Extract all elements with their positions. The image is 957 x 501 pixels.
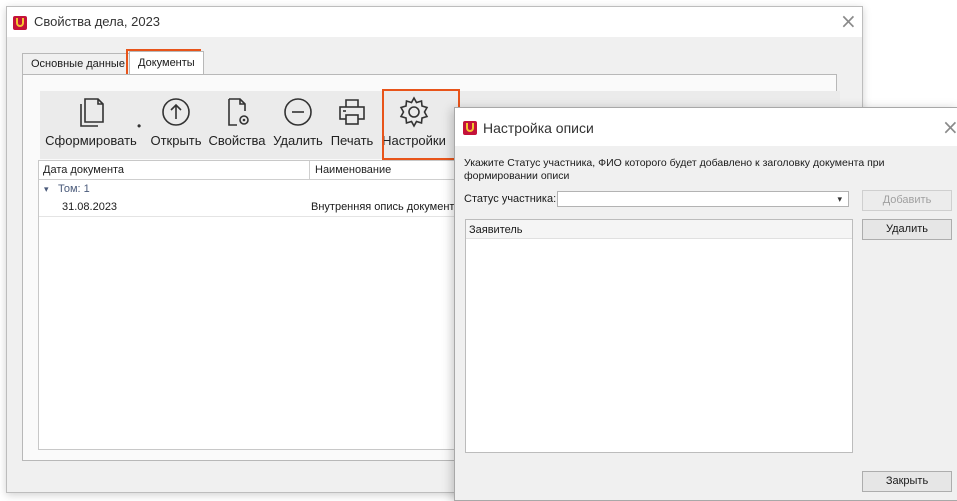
expand-chevron-icon[interactable]: ▾ [44,180,49,198]
main-titlebar: Свойства дела, 2023 × [7,7,862,37]
delete-label: Удалить [273,133,323,148]
delete-button[interactable]: Удалить [270,95,326,148]
settings-dialog: Настройка описи × Укажите Статус участни… [454,107,957,501]
tab-documents-label: Документы [138,57,195,69]
participants-list: Заявитель [465,219,853,453]
printer-icon [339,99,365,125]
group-label: Том: 1 [58,183,90,195]
tab-documents[interactable]: Документы [129,51,204,74]
list-item[interactable]: Заявитель [466,220,852,239]
generate-button[interactable]: Сформировать [44,95,138,148]
add-button-label: Добавить [882,194,932,206]
dialog-logo-icon [463,121,477,135]
status-label: Статус участника: [464,193,557,205]
close-button[interactable]: Закрыть [862,471,952,492]
status-select[interactable]: ▾ [557,191,849,207]
new-document-icon [80,98,104,127]
open-button[interactable]: Открыть [148,95,204,148]
row-name-cell: Внутренняя опись документов [311,201,467,213]
app-logo-icon [13,16,27,30]
settings-label: Настройки [382,133,446,148]
tab-main-data[interactable]: Основные данные [22,53,134,74]
document-gear-icon [228,98,249,126]
main-close-icon[interactable]: × [840,11,857,31]
generate-dropdown-icon[interactable]: • [137,119,141,133]
remove-button[interactable]: Удалить [862,219,952,240]
remove-button-label: Удалить [886,223,928,235]
list-item-label: Заявитель [469,224,523,236]
print-label: Печать [330,133,374,148]
print-button[interactable]: Печать [327,95,377,148]
upload-circle-icon [162,98,190,126]
properties-label: Свойства [208,133,266,148]
close-button-label: Закрыть [885,475,929,487]
instruction-text: Укажите Статус участника, ФИО которого б… [464,157,885,182]
minus-circle-icon [284,98,312,126]
tab-main-data-label: Основные данные [31,58,125,70]
main-window-title: Свойства дела, 2023 [34,14,161,29]
row-date-cell: 31.08.2023 [62,201,118,213]
dialog-close-icon[interactable]: × [942,117,957,137]
settings-dialog-titlebar: Настройка описи × [455,108,957,146]
settings-dialog-title: Настройка описи [483,120,594,136]
generate-label: Сформировать [45,133,137,148]
column-header-date[interactable]: Дата документа [39,161,310,179]
add-button[interactable]: Добавить [862,190,952,211]
properties-button[interactable]: Свойства [207,95,267,148]
open-label: Открыть [150,133,202,148]
settings-button[interactable]: Настройки [379,95,449,148]
chevron-down-icon: ▾ [837,194,842,204]
gear-icon [399,96,429,128]
